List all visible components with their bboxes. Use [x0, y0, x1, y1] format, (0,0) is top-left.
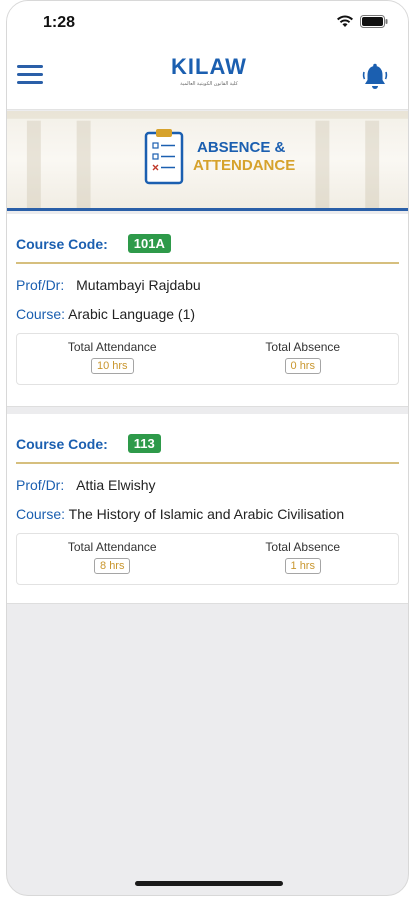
- stats-box: Total Attendance 10 hrs Total Absence 0 …: [16, 333, 399, 385]
- professor-name: Mutambayi Rajdabu: [76, 277, 201, 293]
- clipboard-icon: [144, 129, 184, 185]
- course-name: Arabic Language (1): [68, 306, 196, 322]
- home-indicator[interactable]: [135, 881, 283, 886]
- banner-title-line2: ATTENDANCE: [193, 157, 296, 174]
- course-name: The History of Islamic and Arabic Civili…: [68, 506, 345, 522]
- professor-row: Prof/Dr: Attia Elwishy: [16, 477, 155, 493]
- course-label: Course:: [16, 506, 66, 522]
- professor-name: Attia Elwishy: [76, 477, 156, 493]
- prof-label: Prof/Dr:: [16, 477, 65, 493]
- absence-stat: Total Absence 1 hrs: [208, 534, 399, 584]
- absence-value: 1 hrs: [284, 558, 321, 574]
- course-row: Course: The History of Islamic and Arabi…: [16, 506, 344, 522]
- wifi-icon: [337, 15, 353, 27]
- status-time: 1:28: [43, 14, 76, 31]
- logo-subtitle: كلية القانون الكويتية العالمية: [180, 81, 238, 87]
- course-code-label: Course Code:: [16, 235, 108, 252]
- attendance-label: Total Attendance: [67, 340, 157, 354]
- course-code-row: Course Code: 101A: [16, 234, 171, 253]
- course-row: Course: Arabic Language (1): [16, 306, 195, 322]
- attendance-stat: Total Attendance 8 hrs: [17, 534, 208, 584]
- course-label: Course:: [16, 306, 66, 322]
- phone-screen: 1:28 KILAW كلية القانون الكويتية العالمي…: [6, 0, 409, 896]
- course-code-label: Course Code:: [16, 435, 108, 452]
- battery-icon: [360, 15, 388, 28]
- course-code-badge: 113: [127, 434, 161, 453]
- absence-label: Total Absence: [265, 340, 341, 354]
- logo-text: KILAW: [171, 54, 247, 79]
- absence-value: 0 hrs: [284, 358, 321, 374]
- attendance-label: Total Attendance: [67, 540, 157, 554]
- kilaw-logo: KILAW كلية القانون الكويتية العالمية: [169, 55, 249, 99]
- banner-title-line1: ABSENCE &: [197, 139, 286, 156]
- course-code-badge: 101A: [127, 234, 171, 253]
- bell-icon[interactable]: [362, 63, 388, 91]
- professor-row: Prof/Dr: Mutambayi Rajdabu: [16, 277, 201, 293]
- menu-icon[interactable]: [17, 65, 43, 87]
- prof-label: Prof/Dr:: [16, 277, 65, 293]
- attendance-value: 8 hrs: [94, 558, 131, 574]
- stats-box: Total Attendance 8 hrs Total Absence 1 h…: [16, 533, 399, 585]
- status-icons: [336, 15, 388, 28]
- app-header: KILAW كلية القانون الكويتية العالمية: [7, 45, 408, 110]
- course-card: Course Code: 113 Prof/Dr: Attia Elwishy …: [7, 414, 408, 604]
- page-banner: ABSENCE & ATTENDANCE: [7, 111, 408, 211]
- absence-stat: Total Absence 0 hrs: [208, 334, 399, 384]
- absence-label: Total Absence: [265, 540, 341, 554]
- divider: [16, 262, 399, 264]
- attendance-stat: Total Attendance 10 hrs: [17, 334, 208, 384]
- course-card: Course Code: 101A Prof/Dr: Mutambayi Raj…: [7, 214, 408, 407]
- attendance-value: 10 hrs: [90, 358, 134, 374]
- course-code-row: Course Code: 113: [16, 434, 161, 453]
- status-bar: 1:28: [7, 1, 408, 45]
- divider: [16, 462, 399, 464]
